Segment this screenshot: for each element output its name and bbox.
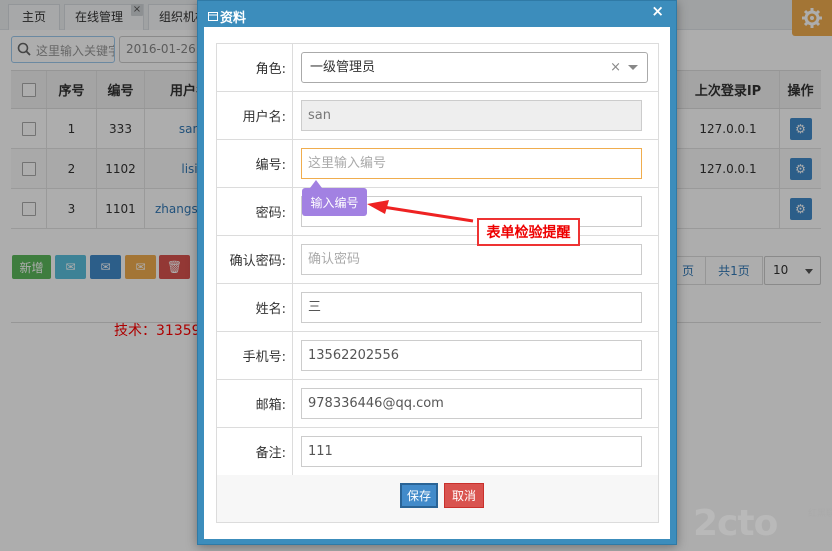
profile-form: 角色: 一级管理员 × 用户名: san 编号: 这里输入编号 密码: 确认密码… — [216, 43, 659, 476]
validation-tooltip: 输入编号 — [302, 180, 367, 216]
role-value: 一级管理员 — [310, 60, 376, 75]
row-code: 编号: 这里输入编号 — [216, 140, 659, 188]
email-label: 邮箱: — [217, 380, 293, 427]
profile-dialog: 资料 × 角色: 一级管理员 × 用户名: san 编号: 这里输入编号 密码:… — [197, 0, 677, 545]
confirm-password-field[interactable]: 确认密码 — [301, 244, 642, 275]
name-field[interactable]: 三 — [301, 292, 642, 323]
name-label: 姓名: — [217, 284, 293, 331]
row-role: 角色: 一级管理员 × — [216, 44, 659, 92]
row-email: 邮箱: 978336446@qq.com — [216, 380, 659, 428]
username-field: san — [301, 100, 642, 131]
annotation-arrow-icon — [367, 200, 474, 223]
annotation-label: 表单检验提醒 — [477, 218, 580, 246]
close-icon[interactable]: × — [651, 2, 664, 20]
dialog-title: 资料 — [220, 11, 247, 26]
confirm-placeholder: 确认密码 — [308, 252, 361, 267]
row-confirm-password: 确认密码: 确认密码 — [216, 236, 659, 284]
save-button[interactable]: 保存 — [400, 483, 438, 508]
phone-label: 手机号: — [217, 332, 293, 379]
code-placeholder: 这里输入编号 — [308, 156, 387, 171]
row-remark: 备注: 111 — [216, 428, 659, 476]
dialog-footer: 保存 取消 — [216, 475, 659, 523]
phone-field[interactable]: 13562202556 — [301, 340, 642, 371]
watermark-main: 2cto — [693, 503, 778, 544]
watermark-sub: 红黑联盟 — [808, 509, 832, 519]
confirm-password-label: 确认密码: — [217, 236, 293, 283]
site-watermark-logo: 2cto 红黑联盟 — [693, 503, 832, 544]
remark-label: 备注: — [217, 428, 293, 475]
row-username: 用户名: san — [216, 92, 659, 140]
dialog-titlebar[interactable]: 资料 × — [198, 1, 676, 27]
window-icon — [208, 12, 218, 21]
code-label: 编号: — [217, 140, 293, 187]
password-label: 密码: — [217, 188, 293, 235]
role-label: 角色: — [217, 44, 293, 91]
email-field[interactable]: 978336446@qq.com — [301, 388, 642, 419]
row-name: 姓名: 三 — [216, 284, 659, 332]
username-label: 用户名: — [217, 92, 293, 139]
remark-field[interactable]: 111 — [301, 436, 642, 467]
clear-icon[interactable]: × — [610, 53, 621, 82]
row-phone: 手机号: 13562202556 — [216, 332, 659, 380]
chevron-down-icon[interactable] — [628, 65, 638, 70]
cancel-button[interactable]: 取消 — [444, 483, 484, 508]
code-field[interactable]: 这里输入编号 — [301, 148, 642, 179]
role-select[interactable]: 一级管理员 × — [301, 52, 648, 83]
dialog-body: 角色: 一级管理员 × 用户名: san 编号: 这里输入编号 密码: 确认密码… — [204, 27, 670, 539]
